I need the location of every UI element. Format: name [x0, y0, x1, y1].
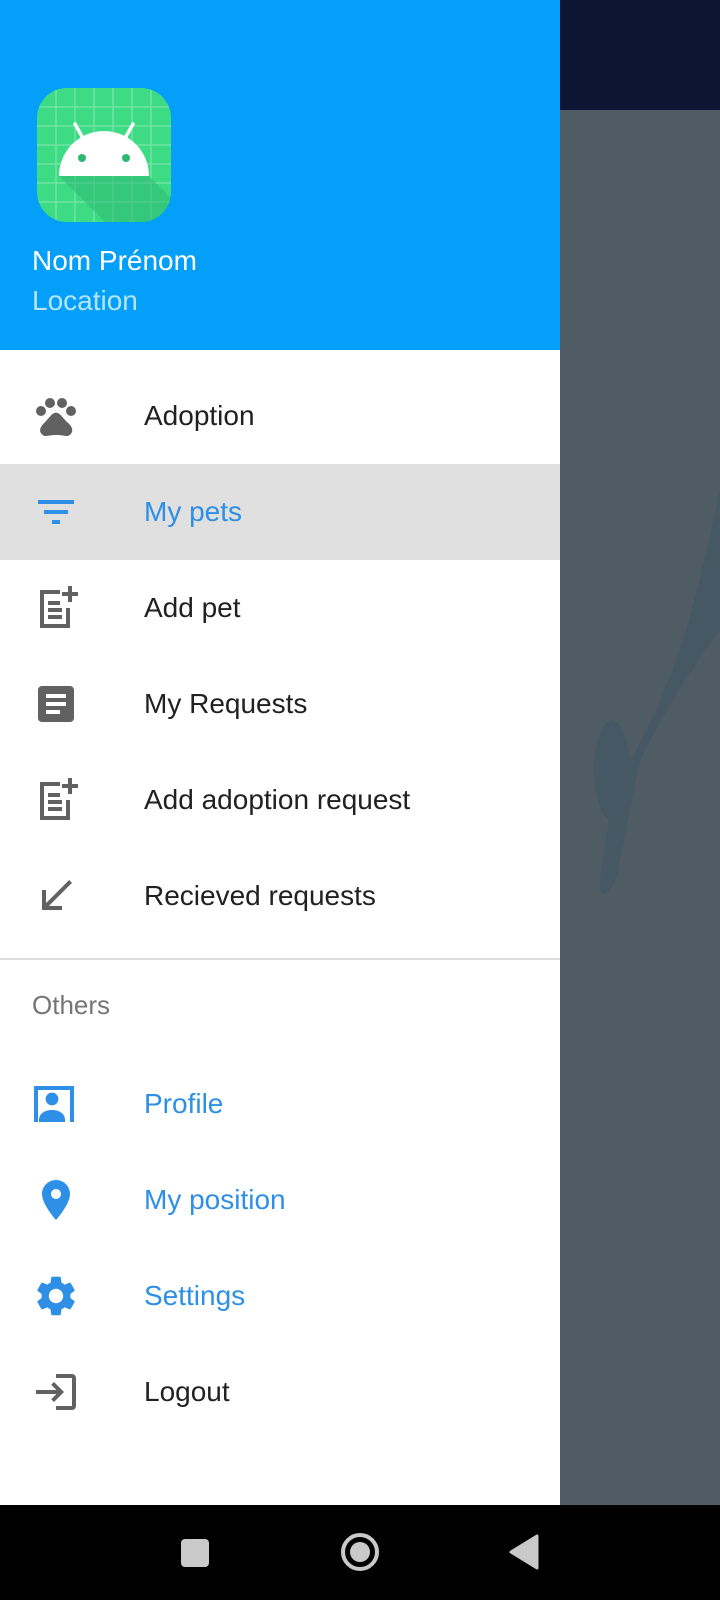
menu-item-recieved-requests[interactable]: Recieved requests: [0, 848, 560, 944]
menu-divider: [0, 958, 560, 960]
menu-label-logout: Logout: [144, 1376, 230, 1407]
menu-item-add-pet[interactable]: Add pet: [0, 560, 560, 656]
contact-card-icon: [32, 1080, 80, 1128]
android-app-icon: [37, 88, 171, 222]
filter-icon: [32, 488, 80, 536]
home-circle-icon: [341, 1533, 379, 1571]
note-add-icon: [32, 584, 80, 632]
document-icon: [32, 680, 80, 728]
menu-item-my-requests[interactable]: My Requests: [0, 656, 560, 752]
recents-button[interactable]: [155, 1505, 235, 1600]
menu-label-my-requests: My Requests: [144, 688, 308, 719]
arrow-down-left-icon: [32, 872, 80, 920]
location-pin-icon: [32, 1176, 80, 1224]
menu-item-my-pets[interactable]: My pets: [0, 464, 560, 560]
menu-label-my-pets: My pets: [144, 496, 243, 527]
menu-item-settings[interactable]: Settings: [0, 1248, 560, 1344]
gear-icon: [32, 1272, 80, 1320]
section-title-others: Others: [32, 990, 111, 1020]
user-name: Nom Prénom: [32, 245, 197, 276]
menu-item-my-position[interactable]: My position: [0, 1152, 560, 1248]
system-navigation-bar: [0, 1505, 720, 1600]
user-location: Location: [32, 285, 138, 316]
menu-label-add-pet: Add pet: [144, 592, 241, 623]
back-button[interactable]: [485, 1505, 565, 1600]
menu-label-profile: Profile: [144, 1088, 224, 1119]
menu-label-add-adoption-request: Add adoption request: [144, 784, 411, 815]
paw-icon: [32, 392, 80, 440]
recents-square-icon: [181, 1539, 209, 1567]
menu-item-profile[interactable]: Profile: [0, 1056, 560, 1152]
login-icon: [32, 1368, 80, 1416]
drawer-header: Nom Prénom Location: [0, 0, 560, 350]
note-add-icon: [32, 776, 80, 824]
menu-label-my-position: My position: [144, 1184, 286, 1215]
menu-label-recieved-requests: Recieved requests: [144, 880, 376, 911]
menu-label-adoption: Adoption: [144, 400, 255, 431]
menu-item-logout[interactable]: Logout: [0, 1344, 560, 1440]
home-button[interactable]: [320, 1505, 400, 1600]
menu-item-adoption[interactable]: Adoption: [0, 368, 560, 464]
back-triangle-icon: [509, 1534, 539, 1570]
menu-item-add-adoption-request[interactable]: Add adoption request: [0, 752, 560, 848]
menu-label-settings: Settings: [144, 1280, 246, 1311]
navigation-drawer: Nom Prénom Location Adoption My pets Add…: [0, 0, 560, 1505]
